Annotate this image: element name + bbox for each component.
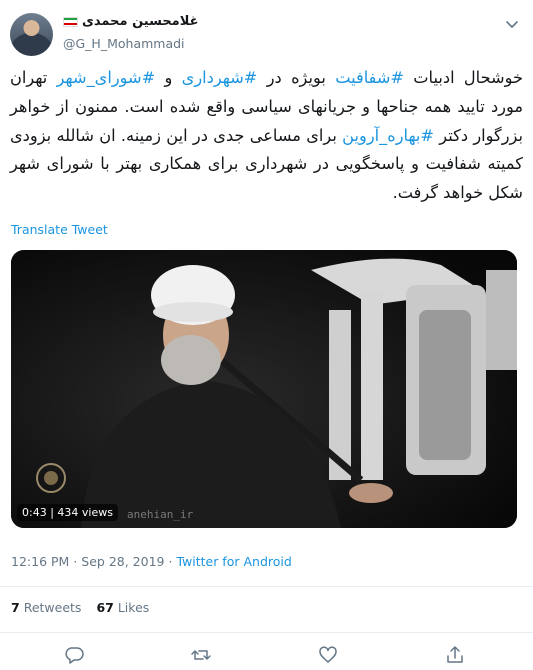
divider	[0, 586, 533, 587]
likes-stat[interactable]: 67 Likes	[96, 600, 149, 615]
video-watermark: anehian_ir	[127, 508, 194, 521]
divider	[0, 632, 533, 633]
hashtag-link[interactable]: #شفافیت	[335, 68, 404, 87]
meta-separator: ·	[73, 554, 78, 569]
avatar[interactable]	[10, 13, 53, 56]
tweet-text: خوشحال ادبیات #شفافیت بویژه در #شهرداری …	[10, 64, 523, 208]
tweet-source-link[interactable]: Twitter for Android	[176, 554, 291, 569]
tweet-date[interactable]: Sep 28, 2019	[81, 554, 164, 569]
video-player[interactable]: 0:43 | 434 views anehian_ir	[11, 250, 517, 528]
video-views: 434 views	[57, 506, 113, 519]
tweet-text-segment: و	[155, 68, 182, 87]
tweet-actions	[0, 644, 533, 668]
tweet-text-segment: بویژه در	[257, 68, 336, 87]
hashtag-link[interactable]: #شهرداری	[182, 68, 258, 87]
tweet-meta: 12:16 PM · Sep 28, 2019 · Twitter for An…	[11, 554, 292, 569]
share-icon[interactable]	[444, 644, 466, 666]
hashtag-link[interactable]: #شورای_شهر	[57, 68, 156, 87]
video-thumbnail	[11, 250, 517, 528]
display-name[interactable]: غلامحسین محمدی	[82, 14, 199, 29]
chevron-down-icon[interactable]	[503, 15, 521, 33]
video-duration-views: 0:43 | 434 views	[17, 504, 118, 521]
user-name-row[interactable]: غلامحسین محمدی	[63, 14, 199, 29]
retweet-icon[interactable]	[190, 644, 212, 666]
meta-separator-2: ·	[168, 554, 173, 569]
tweet-card: غلامحسین محمدی @G_H_Mohammadi خوشحال ادب…	[0, 0, 533, 668]
translate-tweet-link[interactable]: Translate Tweet	[11, 222, 108, 237]
tweet-stats: 7 Retweets 67 Likes	[11, 600, 149, 615]
retweets-stat[interactable]: 7 Retweets	[11, 600, 81, 615]
like-icon[interactable]	[317, 644, 339, 666]
tweet-text-segment: خوشحال ادبیات	[403, 68, 523, 87]
hashtag-link[interactable]: #بهاره_آروین	[342, 126, 434, 145]
user-handle[interactable]: @G_H_Mohammadi	[63, 36, 185, 51]
iran-flag-icon	[63, 16, 78, 27]
tweet-time[interactable]: 12:16 PM	[11, 554, 69, 569]
video-duration: 0:43	[22, 506, 47, 519]
reply-icon[interactable]	[63, 644, 85, 666]
